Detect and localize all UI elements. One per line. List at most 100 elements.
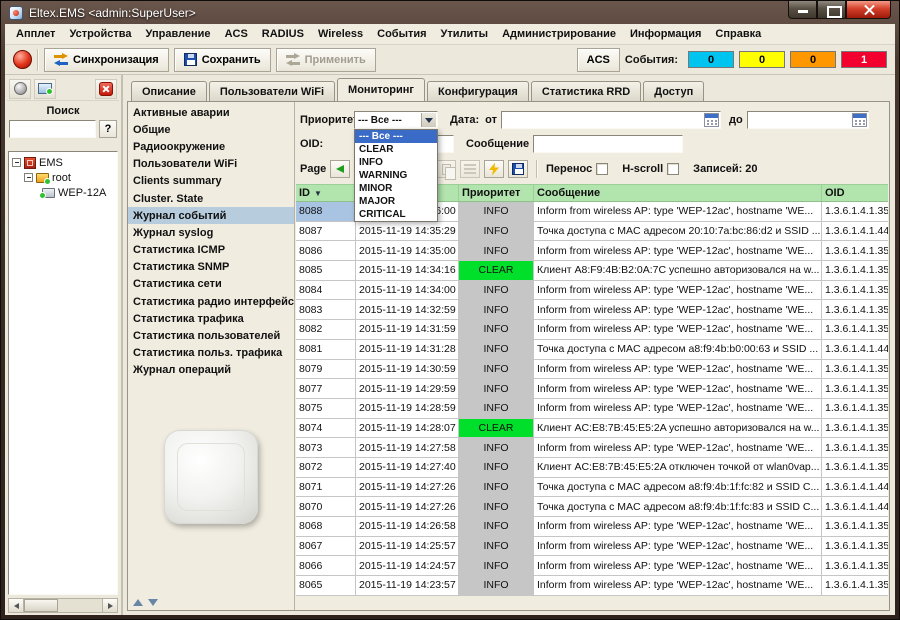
cell-time[interactable]: 2015-11-19 14:28:07: [356, 419, 459, 438]
table-row[interactable]: 80862015-11-19 14:35:00INFOInform from w…: [296, 241, 888, 261]
scrollbar-thumb[interactable]: [24, 599, 58, 612]
nav-item[interactable]: Статистика сети: [128, 276, 294, 293]
dropdown-option[interactable]: WARNING: [355, 169, 437, 182]
cell-oid[interactable]: 1.3.6.1.4.1.352...: [822, 576, 888, 595]
cell-message[interactable]: Inform from wireless AP: type 'WEP-12ac'…: [534, 438, 822, 457]
nav-item[interactable]: Статистика трафика: [128, 310, 294, 327]
cell-id[interactable]: 8067: [296, 537, 356, 556]
cell-time[interactable]: 2015-11-19 14:24:57: [356, 556, 459, 575]
cell-id[interactable]: 8083: [296, 300, 356, 319]
cell-id[interactable]: 8068: [296, 517, 356, 536]
cell-oid[interactable]: 1.3.6.1.4.1.352...: [822, 556, 888, 575]
menu-item[interactable]: Администрирование: [495, 26, 623, 42]
event-counter[interactable]: 0: [739, 51, 785, 68]
cell-priority[interactable]: INFO: [459, 222, 534, 241]
cell-priority[interactable]: INFO: [459, 360, 534, 379]
table-row[interactable]: 80662015-11-19 14:24:57INFOInform from w…: [296, 556, 888, 576]
cell-oid[interactable]: 1.3.6.1.4.1.352...: [822, 537, 888, 556]
cell-id[interactable]: 8072: [296, 458, 356, 477]
table-row[interactable]: 80722015-11-19 14:27:40INFOКлиент AC:E8:…: [296, 458, 888, 478]
calendar-icon[interactable]: [704, 113, 719, 127]
dropdown-option[interactable]: INFO: [355, 156, 437, 169]
menu-item[interactable]: Wireless: [311, 26, 370, 42]
table-row[interactable]: 80702015-11-19 14:27:26INFOТочка доступа…: [296, 497, 888, 517]
tab-4[interactable]: Конфигурация: [427, 81, 529, 101]
cell-oid[interactable]: 1.3.6.1.4.1.352...: [822, 202, 888, 221]
splitter-up-icon[interactable]: [133, 599, 143, 606]
collapse-handle-icon[interactable]: [12, 158, 21, 167]
cell-message[interactable]: Inform from wireless AP: type 'WEP-12ac'…: [534, 556, 822, 575]
cell-time[interactable]: 2015-11-19 14:25:57: [356, 537, 459, 556]
tab-5[interactable]: Статистика RRD: [531, 81, 641, 101]
search-input[interactable]: [9, 120, 96, 138]
table-row[interactable]: 80682015-11-19 14:26:58INFOInform from w…: [296, 517, 888, 537]
cell-id[interactable]: 8088: [296, 202, 356, 221]
cell-time[interactable]: 2015-11-19 14:27:26: [356, 478, 459, 497]
wrap-checkbox[interactable]: [596, 163, 608, 175]
cell-oid[interactable]: 1.3.6.1.4.1.352...: [822, 281, 888, 300]
nav-item[interactable]: Пользователи WiFi: [128, 156, 294, 173]
cell-priority[interactable]: INFO: [459, 281, 534, 300]
cell-time[interactable]: 2015-11-19 14:35:29: [356, 222, 459, 241]
table-row[interactable]: 80832015-11-19 14:32:59INFOInform from w…: [296, 300, 888, 320]
cell-message[interactable]: Клиент AC:E8:7B:45:E5:2A отключен точкой…: [534, 458, 822, 477]
chevron-down-icon[interactable]: [421, 113, 436, 127]
cell-time[interactable]: 2015-11-19 14:23:57: [356, 576, 459, 595]
cell-id[interactable]: 8073: [296, 438, 356, 457]
cell-time[interactable]: 2015-11-19 14:27:58: [356, 438, 459, 457]
tab-2[interactable]: Пользователи WiFi: [209, 81, 335, 101]
cell-oid[interactable]: 1.3.6.1.4.1.352...: [822, 419, 888, 438]
column-header[interactable]: Сообщение: [534, 185, 822, 201]
cell-id[interactable]: 8077: [296, 379, 356, 398]
title-bar[interactable]: Eltex.EMS <admin:SuperUser>: [1, 1, 899, 24]
nav-item[interactable]: Статистика SNMP: [128, 259, 294, 276]
table-row[interactable]: 80822015-11-19 14:31:59INFOInform from w…: [296, 320, 888, 340]
cell-oid[interactable]: 1.3.6.1.4.1.441...: [822, 497, 888, 516]
cell-time[interactable]: 2015-11-19 14:26:58: [356, 517, 459, 536]
nav-item[interactable]: Статистика ICMP: [128, 242, 294, 259]
cell-time[interactable]: 2015-11-19 14:35:00: [356, 241, 459, 260]
cell-priority[interactable]: INFO: [459, 497, 534, 516]
scrollbar-track[interactable]: [24, 599, 102, 612]
cell-oid[interactable]: 1.3.6.1.4.1.352...: [822, 320, 888, 339]
cell-id[interactable]: 8084: [296, 281, 356, 300]
cell-message[interactable]: Inform from wireless AP: type 'WEP-12ac'…: [534, 399, 822, 418]
cell-priority[interactable]: INFO: [459, 556, 534, 575]
cell-priority[interactable]: INFO: [459, 340, 534, 359]
table-row[interactable]: 80652015-11-19 14:23:57INFOInform from w…: [296, 576, 888, 596]
cell-id[interactable]: 8065: [296, 576, 356, 595]
cell-priority[interactable]: INFO: [459, 379, 534, 398]
cell-message[interactable]: Inform from wireless AP: type 'WEP-12ac'…: [534, 202, 822, 221]
table-row[interactable]: 80742015-11-19 14:28:07CLEARКлиент AC:E8…: [296, 419, 888, 439]
menu-item[interactable]: Апплет: [9, 26, 62, 42]
cell-priority[interactable]: CLEAR: [459, 261, 534, 280]
cell-priority[interactable]: INFO: [459, 537, 534, 556]
tree-node-wep12a[interactable]: WEP-12A: [10, 185, 116, 200]
date-to-field[interactable]: [747, 111, 869, 129]
close-button[interactable]: [846, 1, 891, 19]
event-counter[interactable]: 0: [790, 51, 836, 68]
cell-time[interactable]: 2015-11-19 14:31:28: [356, 340, 459, 359]
table-row[interactable]: 80752015-11-19 14:28:59INFOInform from w…: [296, 399, 888, 419]
date-from-field[interactable]: [501, 111, 721, 129]
table-row[interactable]: 80852015-11-19 14:34:16CLEARКлиент A8:F9…: [296, 261, 888, 281]
splitter-down-icon[interactable]: [148, 599, 158, 606]
nav-item[interactable]: Общие: [128, 121, 294, 138]
menu-item[interactable]: Информация: [623, 26, 708, 42]
date-to-input[interactable]: [748, 112, 868, 128]
tab-6[interactable]: Доступ: [643, 81, 704, 101]
cell-message[interactable]: Точка доступа с MAC адресом 20:10:7a:bc:…: [534, 222, 822, 241]
cell-message[interactable]: Inform from wireless AP: type 'WEP-12ac'…: [534, 281, 822, 300]
cell-oid[interactable]: 1.3.6.1.4.1.352...: [822, 360, 888, 379]
menu-item[interactable]: Устройства: [62, 26, 138, 42]
cell-time[interactable]: 2015-11-19 14:34:00: [356, 281, 459, 300]
dropdown-option[interactable]: CRITICAL: [355, 208, 437, 221]
dropdown-option[interactable]: CLEAR: [355, 143, 437, 156]
save-button[interactable]: Сохранить: [174, 48, 271, 72]
nav-item[interactable]: Радиоокружение: [128, 138, 294, 155]
sync-button[interactable]: Синхронизация: [44, 48, 169, 72]
cell-message[interactable]: Клиент AC:E8:7B:45:E5:2A успешно авториз…: [534, 419, 822, 438]
cell-id[interactable]: 8074: [296, 419, 356, 438]
cell-priority[interactable]: CLEAR: [459, 419, 534, 438]
column-header[interactable]: OID: [822, 185, 888, 201]
